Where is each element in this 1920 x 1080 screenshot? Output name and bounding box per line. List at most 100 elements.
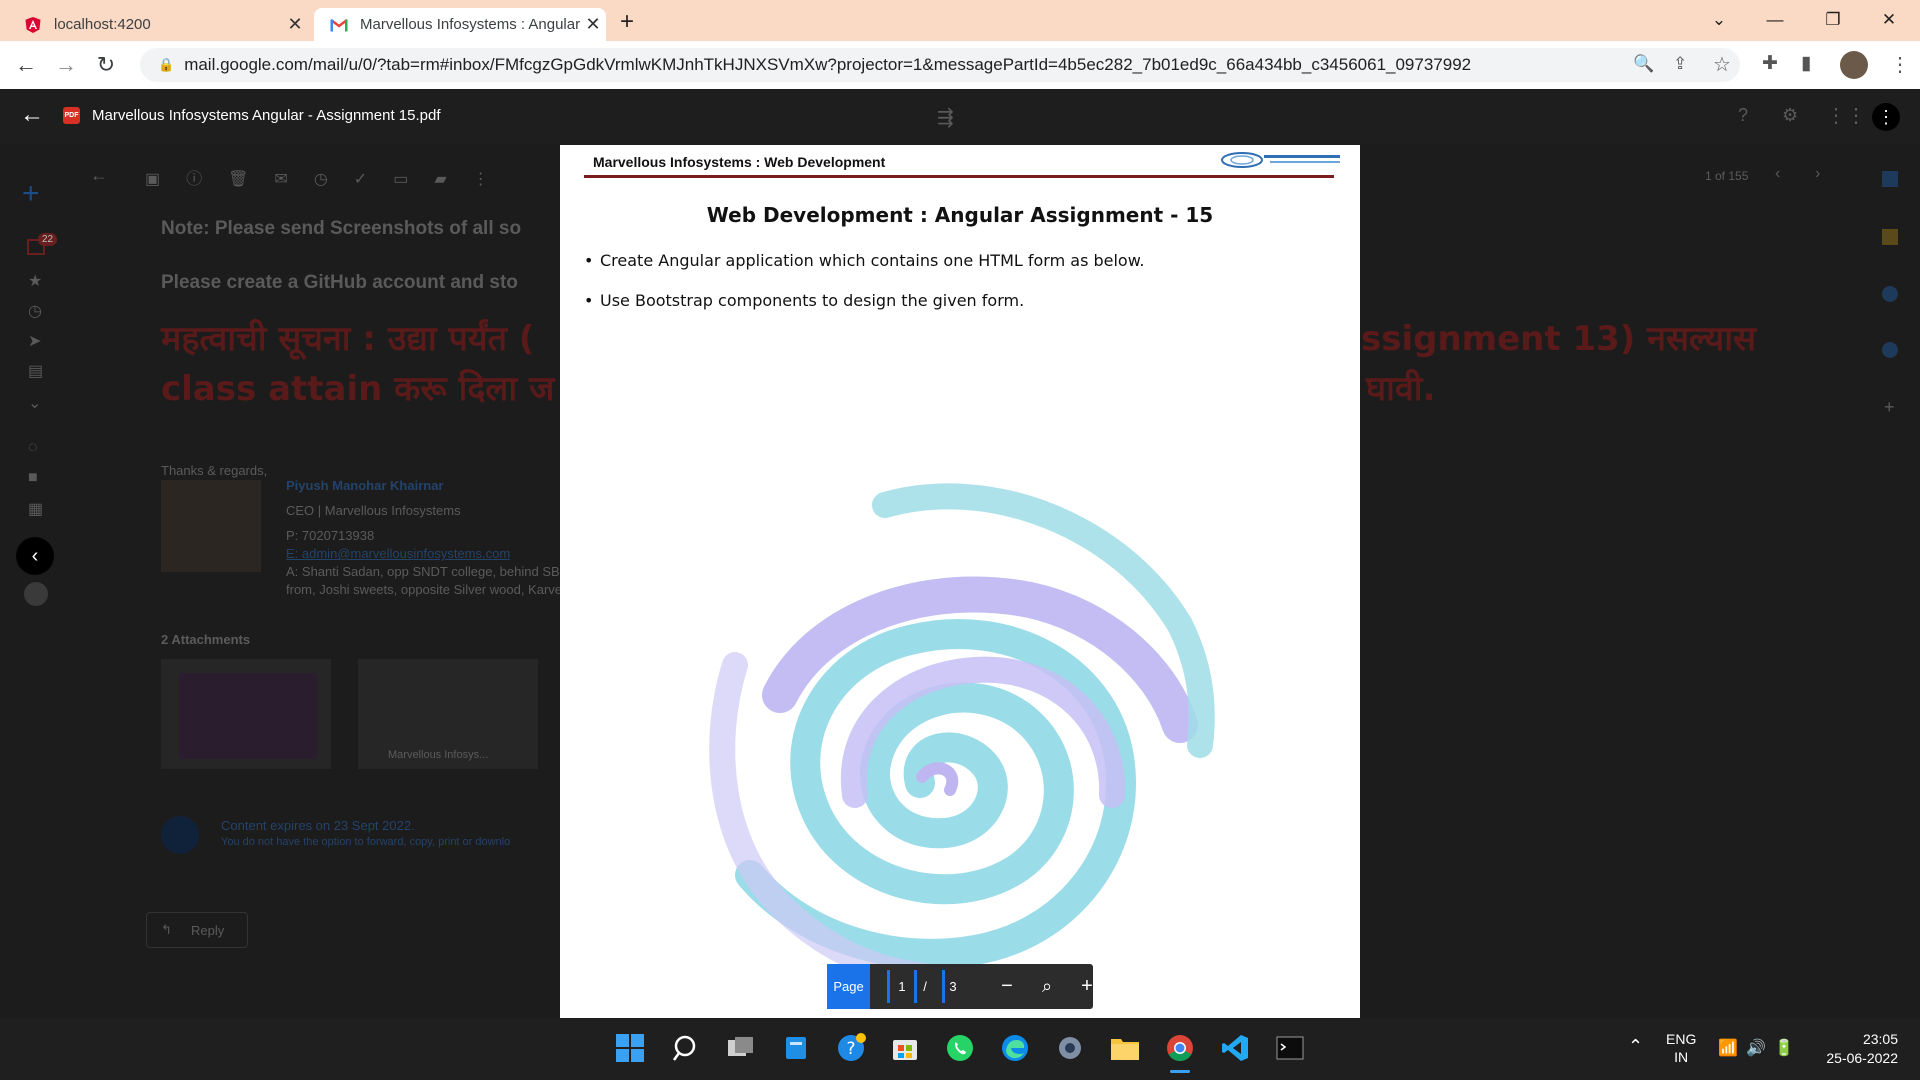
zoom-in-icon[interactable]: + (1071, 964, 1103, 1009)
region-code: IN (1674, 1049, 1689, 1065)
language-code: ENG (1666, 1031, 1697, 1047)
share-icon[interactable]: ⇪ (1673, 54, 1687, 74)
file-explorer-icon[interactable] (1108, 1031, 1142, 1065)
starred-icon[interactable]: ★ (28, 271, 42, 291)
pdf-file-icon: PDF (63, 107, 80, 124)
browser-tab-strip: localhost:4200 ✕ Marvellous Infosystems … (0, 0, 1920, 41)
calendar-icon[interactable] (1882, 171, 1898, 187)
widgets-icon[interactable] (779, 1031, 813, 1065)
keep-icon[interactable] (1882, 229, 1898, 245)
more-options-icon[interactable]: ⋮ (1872, 103, 1900, 131)
apps-grid-icon[interactable]: ⋮⋮ (1826, 103, 1866, 128)
attachment-viewer-header: ← PDF Marvellous Infosystems Angular - A… (0, 89, 1920, 144)
edge-icon[interactable] (998, 1031, 1032, 1065)
prev-message-icon[interactable]: ‹ (1775, 165, 1780, 183)
microsoft-store-icon[interactable] (888, 1031, 922, 1065)
marathi-notice-right: ssignment 13) नसल्यास (1361, 319, 1757, 359)
search-icon[interactable] (668, 1031, 702, 1065)
watermark-swirl-image (709, 483, 1215, 985)
pdf-bullet: • Create Angular application which contai… (584, 251, 1145, 270)
chrome-icon[interactable] (1163, 1031, 1197, 1065)
close-viewer-icon[interactable]: ← (20, 101, 44, 129)
address-bar[interactable]: 🔒 mail.google.com/mail/u/0/?tab=rm#inbox… (140, 48, 1740, 82)
svg-text:?: ? (846, 1039, 855, 1059)
task-view-icon[interactable] (724, 1031, 758, 1065)
snoozed-icon[interactable]: ◷ (28, 301, 42, 321)
regards-text: Thanks & regards, (161, 463, 268, 478)
minimize-button[interactable]: — (1752, 6, 1798, 34)
clock-time: 23:05 (1862, 1031, 1898, 1047)
show-hidden-icons[interactable]: ⌃ (1628, 1036, 1643, 1057)
marathi-notice-left: महत्वाची सूचना : उद्या पर्यंत ( (161, 319, 535, 359)
extensions-icon[interactable]: ✚ (1762, 52, 1778, 75)
input-language[interactable]: ENG IN (1666, 1030, 1696, 1066)
tab-title: Marvellous Infosystems : Angular (360, 16, 580, 33)
close-window-button[interactable]: ✕ (1866, 6, 1912, 34)
reload-icon[interactable]: ↻ (92, 51, 120, 79)
tab-gmail[interactable]: Marvellous Infosystems : Angular ✕ (314, 8, 606, 41)
back-icon[interactable]: ← (12, 51, 40, 79)
settings-icon[interactable] (1053, 1031, 1087, 1065)
pdf-bullet: • Use Bootstrap components to design the … (584, 291, 1025, 310)
forward-icon[interactable]: → (52, 51, 80, 79)
new-tab-button[interactable]: + (620, 8, 634, 36)
open-with-icon[interactable]: ⇶ (937, 105, 954, 130)
marvellous-logo-icon (1221, 152, 1340, 168)
sent-icon[interactable]: ➤ (28, 331, 41, 351)
side-panel-icon[interactable]: ▮ (1801, 52, 1811, 75)
angular-icon (24, 16, 42, 34)
tasks-icon[interactable] (1882, 286, 1898, 302)
collapse-rail-button[interactable]: ‹ (16, 537, 54, 575)
contacts-icon[interactable] (1882, 342, 1898, 358)
drafts-icon[interactable]: ▤ (28, 361, 43, 381)
inbox-badge: 22 (38, 233, 58, 246)
help-app-icon[interactable]: ? (834, 1031, 868, 1065)
next-message-icon[interactable]: › (1815, 165, 1820, 183)
bookmark-star-icon[interactable]: ☆ (1713, 52, 1731, 77)
wifi-icon[interactable]: 📶 (1718, 1038, 1738, 1058)
back-to-inbox-icon[interactable]: ← (90, 165, 108, 186)
more-icon[interactable]: ⌄ (28, 393, 41, 413)
sender-email[interactable]: E: admin@marvellousinfosystems.com (286, 546, 510, 561)
message-actions-icons[interactable]: ▣ⓘ🗑✉◷✓▭▰⋮ (145, 165, 515, 189)
whatsapp-icon[interactable] (943, 1031, 977, 1065)
total-pages: 3 (949, 979, 957, 994)
contact-avatar[interactable] (24, 582, 48, 606)
compose-icon[interactable]: + (22, 177, 40, 211)
clock[interactable]: 23:05 25-06-2022 (1818, 1030, 1898, 1068)
pdf-header-text: Marvellous Infosystems : Web Development (593, 154, 886, 170)
profile-avatar[interactable] (1840, 51, 1868, 79)
reply-button[interactable]: ↰ Reply (146, 912, 248, 948)
tab-localhost[interactable]: localhost:4200 ✕ (8, 8, 308, 41)
close-tab-icon[interactable]: ✕ (580, 14, 606, 35)
zoom-reset-icon[interactable]: ⌕ (1031, 964, 1063, 1009)
zoom-out-icon[interactable]: − (991, 964, 1023, 1009)
battery-icon[interactable]: 🔋 (1774, 1038, 1794, 1058)
chrome-menu-icon[interactable]: ⋮ (1890, 52, 1910, 77)
marathi-notice-right-2: घावी. (1366, 369, 1436, 409)
meet-icon[interactable]: ■ (28, 469, 38, 487)
chat-icon[interactable]: ◌ (28, 439, 38, 457)
keyboard-icon[interactable]: ▦ (28, 499, 43, 519)
browser-toolbar: ← → ↻ 🔒 mail.google.com/mail/u/0/?tab=rm… (0, 41, 1920, 89)
current-page-input[interactable]: 1 (890, 964, 914, 1009)
attachment-name: Marvellous Infosys... (388, 749, 489, 761)
close-tab-icon[interactable]: ✕ (282, 14, 308, 35)
attachment-thumbnail-pdf[interactable]: Marvellous Infosys... (358, 659, 538, 769)
help-icon[interactable]: ? (1738, 105, 1748, 126)
url-text: mail.google.com/mail/u/0/?tab=rm#inbox/F… (184, 55, 1472, 74)
pdf-header-rule (584, 175, 1334, 178)
tab-search-icon[interactable]: ⌄ (1696, 6, 1742, 34)
vscode-icon[interactable] (1218, 1031, 1252, 1065)
attachments-label: 2 Attachments (161, 632, 251, 647)
zoom-icon[interactable]: 🔍 (1633, 54, 1654, 74)
windows-start-icon[interactable] (613, 1031, 647, 1065)
sender-name: Piyush Manohar Khairnar (286, 478, 444, 493)
attachment-thumbnail-image[interactable] (161, 659, 331, 769)
settings-gear-icon[interactable]: ⚙ (1782, 105, 1798, 126)
restore-button[interactable]: ❐ (1810, 6, 1856, 34)
pdf-title: Web Development : Angular Assignment - 1… (706, 203, 1214, 227)
volume-icon[interactable]: 🔊 (1746, 1038, 1766, 1058)
add-addon-icon[interactable]: + (1884, 397, 1895, 418)
terminal-icon[interactable] (1273, 1031, 1307, 1065)
